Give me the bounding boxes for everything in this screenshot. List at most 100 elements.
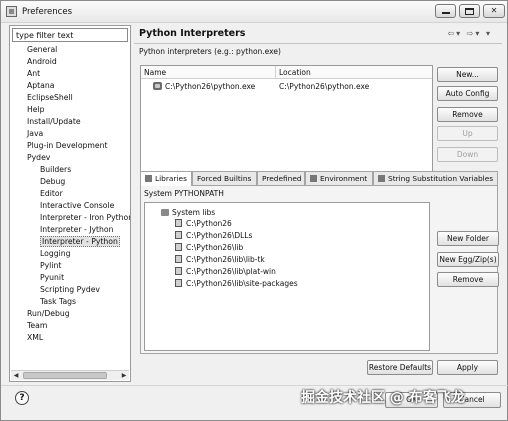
new-interpreter-button[interactable]: New...	[437, 67, 498, 82]
tab-forced-builtins[interactable]: Forced Builtins	[192, 171, 257, 185]
tree-item-label: General	[27, 45, 58, 54]
tab-libraries-label: Libraries	[155, 174, 187, 183]
tree-item-label: Pylint	[40, 261, 62, 270]
tree-item-label: Android	[27, 57, 57, 66]
tree-item[interactable]: Interpreter - Jython	[10, 224, 130, 236]
python-icon	[153, 82, 162, 90]
tree-item[interactable]: Java	[10, 128, 130, 140]
tree-item-label: Aptana	[27, 81, 55, 90]
gear-icon	[378, 175, 385, 182]
tree-item[interactable]: Plug-in Development	[10, 140, 130, 152]
minimize-icon	[441, 12, 450, 14]
library-icon	[175, 279, 182, 287]
interpreters-table: Name Location C:\Python26\python.exe C:\…	[140, 65, 433, 183]
tree-horizontal-scrollbar[interactable]: ◀ ▶	[11, 370, 129, 380]
library-path-item[interactable]: C:\Python26\lib\lib-tk	[175, 254, 265, 265]
auto-config-button[interactable]: Auto Config	[437, 86, 498, 101]
minimize-button[interactable]	[435, 4, 456, 18]
library-path-label: C:\Python26\lib	[186, 243, 244, 252]
new-egg-zip-button[interactable]: New Egg/Zip(s)	[437, 252, 499, 267]
back-icon[interactable]: ⇦▾	[447, 29, 462, 38]
library-path-item[interactable]: C:\Python26	[175, 218, 232, 229]
remove-library-button[interactable]: Remove	[437, 272, 499, 287]
tree-item[interactable]: Interpreter - Iron Python	[10, 212, 130, 224]
tab-libraries[interactable]: Libraries	[140, 171, 192, 186]
menu-icon[interactable]: ▾	[486, 29, 492, 38]
tab-environment[interactable]: Environment	[305, 171, 373, 185]
scrollbar-thumb[interactable]	[23, 372, 107, 379]
tree-item[interactable]: Logging	[10, 248, 130, 260]
library-path-item[interactable]: C:\Python26\lib\plat-win	[175, 266, 276, 277]
interpreter-name: C:\Python26\python.exe	[165, 82, 256, 91]
tree-item[interactable]: Interactive Console	[10, 200, 130, 212]
scroll-right-icon[interactable]: ▶	[119, 371, 129, 380]
tree-item-label: Run/Debug	[27, 309, 70, 318]
tree-item[interactable]: Help	[10, 104, 130, 116]
tree-item[interactable]: Scripting Pydev	[10, 284, 130, 296]
up-button[interactable]: Up	[437, 126, 498, 141]
filter-input[interactable]	[12, 28, 128, 42]
tree-item[interactable]: Run/Debug	[10, 308, 130, 320]
tree-item-label: Interpreter - Jython	[40, 225, 114, 234]
tree-item-label: Interpreter - Python	[40, 236, 120, 247]
column-header-location[interactable]: Location	[276, 66, 432, 79]
tree-item[interactable]: Team	[10, 320, 130, 332]
library-icon	[175, 231, 182, 239]
restore-defaults-button[interactable]: Restore Defaults	[367, 360, 433, 375]
tree-item-label: Editor	[40, 189, 63, 198]
tree-item[interactable]: Interpreter - Python	[10, 236, 130, 248]
interpreter-name-cell: C:\Python26\python.exe	[153, 80, 255, 93]
tree-item[interactable]: Pydev	[10, 152, 130, 164]
system-libs-node[interactable]: System libs	[161, 207, 215, 218]
tree-item[interactable]: Pyunit	[10, 272, 130, 284]
tree-item-label: Builders	[40, 165, 72, 174]
app-icon	[6, 6, 17, 17]
tree-item[interactable]: Install/Update	[10, 116, 130, 128]
tree-item-label: Task Tags	[40, 297, 77, 306]
page-navigation: ⇦▾ ⇨▾ ▾	[447, 29, 492, 38]
library-path-item[interactable]: C:\Python26\lib	[175, 242, 243, 253]
tree-item-label: Logging	[40, 249, 71, 258]
tree-item[interactable]: General	[10, 44, 130, 56]
tree-item[interactable]: Editor	[10, 188, 130, 200]
tree-item[interactable]: Debug	[10, 176, 130, 188]
tree-item[interactable]: Builders	[10, 164, 130, 176]
library-icon	[175, 255, 182, 263]
tree-item[interactable]: EclipseShell	[10, 92, 130, 104]
scroll-left-icon[interactable]: ◀	[11, 371, 21, 380]
library-icon	[175, 267, 182, 275]
apply-button[interactable]: Apply	[437, 360, 498, 375]
remove-interpreter-button[interactable]: Remove	[437, 107, 498, 122]
pythonpath-tree: System libs C:\Python26 C:\Python26\DLLs C…	[144, 202, 430, 351]
maximize-button[interactable]	[459, 4, 480, 18]
interpreter-location: C:\Python26\python.exe	[279, 82, 370, 91]
help-icon[interactable]: ?	[15, 391, 29, 405]
tree-item[interactable]: Task Tags	[10, 296, 130, 308]
tab-predefined-label: Predefined	[262, 174, 302, 183]
table-row[interactable]: C:\Python26\python.exe C:\Python26\pytho…	[141, 80, 432, 93]
header-divider	[134, 43, 502, 44]
column-header-name[interactable]: Name	[141, 66, 276, 79]
close-button[interactable]: ✕	[483, 4, 505, 18]
tab-string-substitution[interactable]: String Substitution Variables	[373, 171, 498, 185]
libraries-tab-content: System PYTHONPATH System libs C:\Python2…	[140, 185, 499, 354]
down-button[interactable]: Down	[437, 147, 498, 162]
system-libs-label: System libs	[172, 208, 216, 217]
tree-item[interactable]: Android	[10, 56, 130, 68]
library-path-item[interactable]: C:\Python26\DLLs	[175, 230, 252, 241]
tree-item-label: Pyunit	[40, 273, 65, 282]
tree-item[interactable]: Ant	[10, 68, 130, 80]
libraries-icon	[145, 175, 152, 182]
library-icon	[175, 219, 182, 227]
tab-predefined[interactable]: Predefined	[257, 171, 305, 185]
library-icon	[175, 243, 182, 251]
library-path-item[interactable]: C:\Python26\lib\site-packages	[175, 278, 298, 289]
new-folder-button[interactable]: New Folder	[437, 231, 499, 246]
library-path-label: C:\Python26\DLLs	[186, 231, 253, 240]
tree-item[interactable]: Pylint	[10, 260, 130, 272]
system-pythonpath-label: System PYTHONPATH	[144, 189, 224, 198]
tree-item-label: Interpreter - Iron Python	[40, 213, 130, 222]
tree-item[interactable]: XML	[10, 332, 130, 344]
tree-item[interactable]: Aptana	[10, 80, 130, 92]
forward-icon[interactable]: ⇨▾	[467, 29, 482, 38]
